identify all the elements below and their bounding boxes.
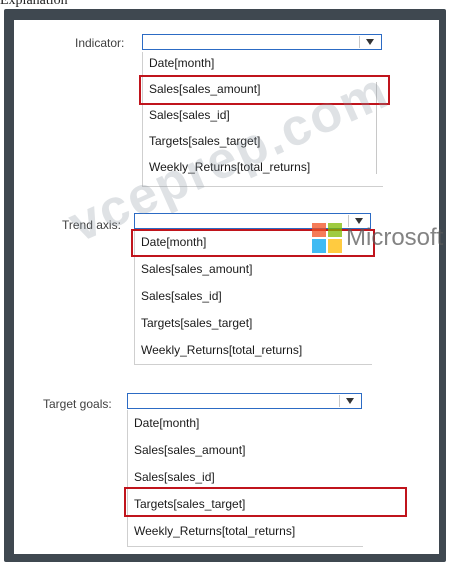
indicator-option-date-month[interactable]: Date[month]	[143, 53, 214, 73]
indicator-option-sales-id[interactable]: Sales[sales_id]	[143, 105, 230, 125]
watermark-brand: Microsoft	[346, 224, 444, 251]
target-goals-label: Target goals:	[43, 397, 112, 411]
trend-axis-option-sales-id[interactable]: Sales[sales_id]	[135, 286, 222, 306]
indicator-label: Indicator:	[75, 36, 125, 50]
trend-axis-option-total-returns[interactable]: Weekly_Returns[total_returns]	[135, 340, 302, 360]
trend-axis-option-sales-amount[interactable]: Sales[sales_amount]	[135, 259, 252, 279]
target-goals-option-sales-id[interactable]: Sales[sales_id]	[128, 467, 215, 487]
target-goals-option-date-month[interactable]: Date[month]	[128, 413, 199, 433]
caption-text: Explanation	[0, 0, 68, 8]
trend-axis-option-sales-target[interactable]: Targets[sales_target]	[135, 313, 252, 333]
chevron-down-icon[interactable]	[359, 36, 380, 48]
target-goals-option-total-returns[interactable]: Weekly_Returns[total_returns]	[128, 521, 295, 541]
target-goals-option-sales-amount[interactable]: Sales[sales_amount]	[128, 440, 245, 460]
target-goals-option-list: Date[month] Sales[sales_amount] Sales[sa…	[127, 410, 363, 547]
chevron-down-icon[interactable]	[339, 395, 360, 407]
selection-highlight	[124, 487, 407, 517]
target-goals-dropdown[interactable]	[127, 393, 362, 409]
indicator-dropdown[interactable]	[142, 34, 382, 50]
microsoft-logo-icon	[312, 223, 342, 253]
